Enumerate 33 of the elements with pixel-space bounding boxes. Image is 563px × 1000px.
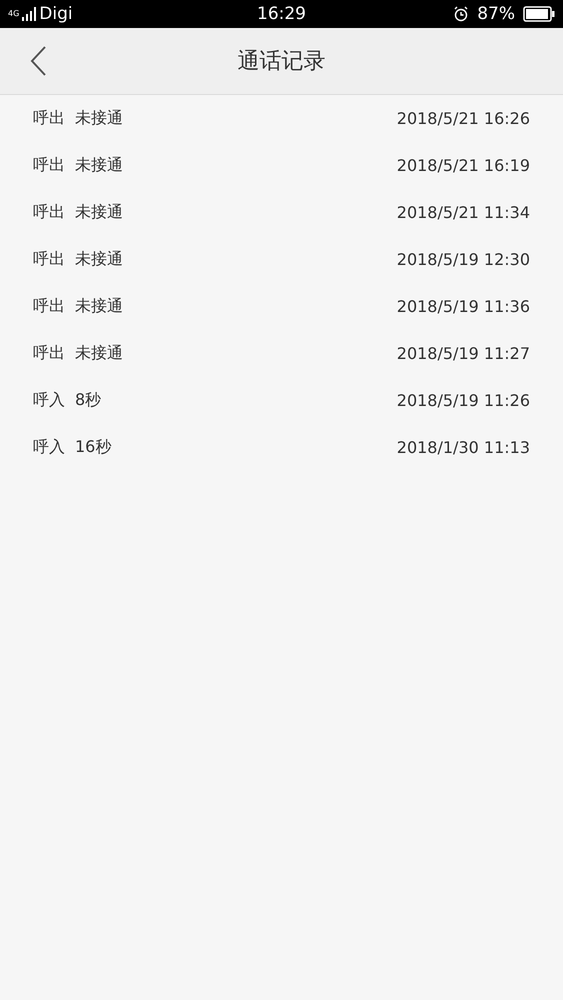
call-datetime: 2018/5/19 12:30 xyxy=(396,250,530,269)
call-datetime: 2018/1/30 11:13 xyxy=(396,438,530,457)
call-result: 未接通 xyxy=(75,249,123,270)
call-result: 未接通 xyxy=(75,155,123,176)
call-datetime: 2018/5/21 16:19 xyxy=(396,156,530,175)
carrier-name: Digi xyxy=(39,4,73,24)
call-direction: 呼入 xyxy=(33,390,65,411)
call-result: 未接通 xyxy=(75,343,123,364)
call-datetime: 2018/5/19 11:27 xyxy=(396,344,530,363)
signal-icon xyxy=(22,7,36,21)
call-direction: 呼出 xyxy=(33,155,65,176)
clock-time: 16:29 xyxy=(257,4,306,24)
call-direction: 呼出 xyxy=(33,296,65,317)
call-datetime: 2018/5/21 11:34 xyxy=(396,203,530,222)
call-result: 8秒 xyxy=(75,390,102,411)
call-result: 未接通 xyxy=(75,202,123,223)
call-direction: 呼出 xyxy=(33,343,65,364)
network-type: 4G xyxy=(8,9,20,18)
call-direction: 呼出 xyxy=(33,249,65,270)
back-icon xyxy=(30,46,46,76)
call-direction: 呼出 xyxy=(33,108,65,129)
call-result: 16秒 xyxy=(75,437,112,458)
call-direction: 呼出 xyxy=(33,202,65,223)
call-datetime: 2018/5/19 11:36 xyxy=(396,297,530,316)
call-direction: 呼入 xyxy=(33,437,65,458)
call-result: 未接通 xyxy=(75,108,123,129)
call-datetime: 2018/5/21 16:26 xyxy=(396,109,530,128)
call-datetime: 2018/5/19 11:26 xyxy=(396,391,530,410)
battery-percent: 87% xyxy=(477,4,515,24)
alarm-icon xyxy=(453,6,470,22)
call-result: 未接通 xyxy=(75,296,123,317)
battery-icon xyxy=(523,6,555,22)
page-title: 通话记录 xyxy=(238,48,326,76)
